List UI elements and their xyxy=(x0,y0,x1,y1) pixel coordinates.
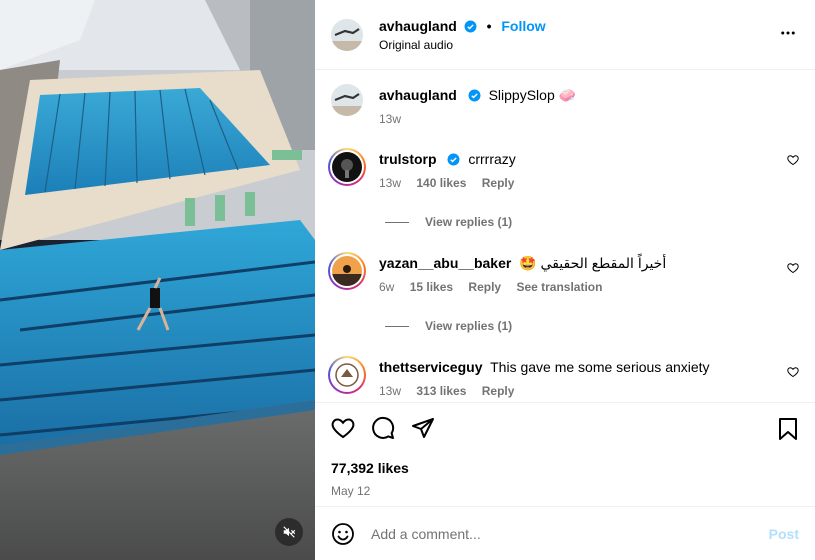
commenter-avatar[interactable] xyxy=(328,356,366,394)
comment-username[interactable]: thettserviceguy xyxy=(379,359,482,375)
reply-button[interactable]: Reply xyxy=(468,280,501,294)
add-comment-bar: Post xyxy=(315,506,815,560)
comment-username[interactable]: yazan__abu__baker xyxy=(379,255,511,271)
caption-time[interactable]: 13w xyxy=(379,112,401,126)
comment-likes[interactable]: 140 likes xyxy=(416,176,466,190)
emoji-button[interactable] xyxy=(331,522,355,546)
pool-video-frame xyxy=(0,0,315,560)
heart-icon xyxy=(331,418,355,439)
like-button[interactable] xyxy=(331,416,355,440)
view-replies-label: View replies (1) xyxy=(425,215,513,229)
comment-likes[interactable]: 313 likes xyxy=(416,384,466,398)
verified-badge-icon xyxy=(464,20,477,32)
muted-speaker-icon xyxy=(283,526,296,538)
caption-avatar[interactable] xyxy=(331,84,363,116)
audio-label[interactable]: Original audio xyxy=(379,38,546,52)
author-username[interactable]: avhaugland xyxy=(379,18,457,34)
likes-count[interactable]: 77,392 likes xyxy=(331,460,799,476)
separator-dot: • xyxy=(486,17,492,34)
post-actions: 77,392 likes May 12 xyxy=(315,402,815,506)
save-button[interactable] xyxy=(777,417,799,444)
comment-row: trulstorp crrrrazy 13w 140 likes Reply xyxy=(328,148,799,192)
post-video[interactable] xyxy=(0,0,315,560)
caption-row: avhaugland SlippySlop 🧼 13w xyxy=(331,84,799,140)
comment-time[interactable]: 13w xyxy=(379,176,401,190)
comment-button[interactable] xyxy=(371,416,395,440)
see-translation-button[interactable]: See translation xyxy=(516,280,602,294)
reply-button[interactable]: Reply xyxy=(482,384,515,398)
comment-input[interactable] xyxy=(371,525,769,542)
commenter-avatar[interactable] xyxy=(328,148,366,186)
comment-time[interactable]: 6w xyxy=(379,280,394,294)
comment-row: thettserviceguy This gave me some seriou… xyxy=(328,356,799,400)
author-avatar[interactable] xyxy=(331,18,363,51)
replies-divider xyxy=(385,221,409,223)
post-header: avhaugland • Follow Original audio xyxy=(315,0,815,70)
comment-username[interactable]: trulstorp xyxy=(379,151,437,167)
comment-time[interactable]: 13w xyxy=(379,384,401,398)
comment-icon xyxy=(372,416,395,439)
instagram-post-viewer: avhaugland • Follow Original audio avhau… xyxy=(0,0,815,560)
replies-divider xyxy=(385,325,409,327)
comment-text: crrrrazy xyxy=(468,151,516,167)
verified-badge-icon xyxy=(468,89,481,102)
comments-section: avhaugland SlippySlop 🧼 13w trulstorp cr… xyxy=(315,70,815,402)
view-replies-button[interactable]: View replies (1) xyxy=(385,212,799,232)
comment-row: yazan__abu__baker 🤩 أخيراً المقطع الحقيق… xyxy=(328,252,799,296)
like-comment-heart-icon[interactable] xyxy=(787,366,799,378)
caption-text: SlippySlop 🧼 xyxy=(488,87,577,103)
view-replies-label: View replies (1) xyxy=(425,319,513,333)
comment-likes[interactable]: 15 likes xyxy=(410,280,453,294)
like-comment-heart-icon[interactable] xyxy=(787,262,799,274)
commenter-avatar[interactable] xyxy=(328,252,366,290)
post-comment-button[interactable]: Post xyxy=(769,526,799,542)
bookmark-icon xyxy=(779,418,797,440)
more-options-icon[interactable] xyxy=(779,24,797,42)
reply-button[interactable]: Reply xyxy=(482,176,515,190)
like-comment-heart-icon[interactable] xyxy=(787,154,799,166)
share-button[interactable] xyxy=(411,416,435,440)
share-icon xyxy=(412,418,434,438)
mute-toggle-button[interactable] xyxy=(275,518,303,546)
comment-text: 🤩 أخيراً المقطع الحقيقي xyxy=(519,255,667,271)
post-date[interactable]: May 12 xyxy=(331,484,799,498)
view-replies-button[interactable]: View replies (1) xyxy=(385,316,799,336)
emoji-icon xyxy=(332,522,354,545)
verified-badge-icon xyxy=(447,153,460,166)
follow-button[interactable]: Follow xyxy=(501,18,545,34)
post-details-panel: avhaugland • Follow Original audio avhau… xyxy=(315,0,815,560)
caption-username[interactable]: avhaugland xyxy=(379,87,457,103)
comment-text: This gave me some serious anxiety xyxy=(490,359,710,375)
